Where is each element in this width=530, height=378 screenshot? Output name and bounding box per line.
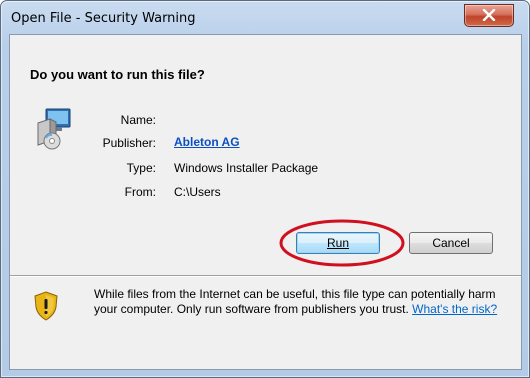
run-button-label: Run — [326, 236, 349, 250]
type-label: Type: — [126, 161, 156, 175]
window-title: Open File - Security Warning — [11, 11, 196, 26]
dialog-heading: Do you want to run this file? — [30, 67, 205, 82]
close-icon — [482, 9, 496, 21]
security-warning-window: Open File - Security Warning Do you want… — [0, 0, 530, 378]
footer-warning: While files from the Internet can be use… — [94, 287, 499, 317]
from-value: C:\Users — [174, 185, 221, 199]
close-button[interactable] — [464, 4, 514, 27]
from-label: From: — [124, 185, 156, 199]
publisher-link[interactable]: Ableton AG — [174, 135, 240, 149]
security-shield-icon — [34, 291, 58, 321]
name-label: Name: — [120, 113, 156, 127]
publisher-label: Publisher: — [102, 136, 156, 150]
dialog-content: Do you want to run this file? Name: Publ… — [9, 34, 522, 370]
installer-package-icon — [37, 108, 71, 150]
whats-the-risk-link[interactable]: What's the risk? — [412, 302, 497, 316]
type-value: Windows Installer Package — [174, 161, 319, 175]
footer-separator — [10, 275, 521, 277]
title-bar[interactable]: Open File - Security Warning — [1, 1, 529, 35]
cancel-button[interactable]: Cancel — [409, 232, 493, 254]
run-button[interactable]: Run — [296, 232, 380, 254]
